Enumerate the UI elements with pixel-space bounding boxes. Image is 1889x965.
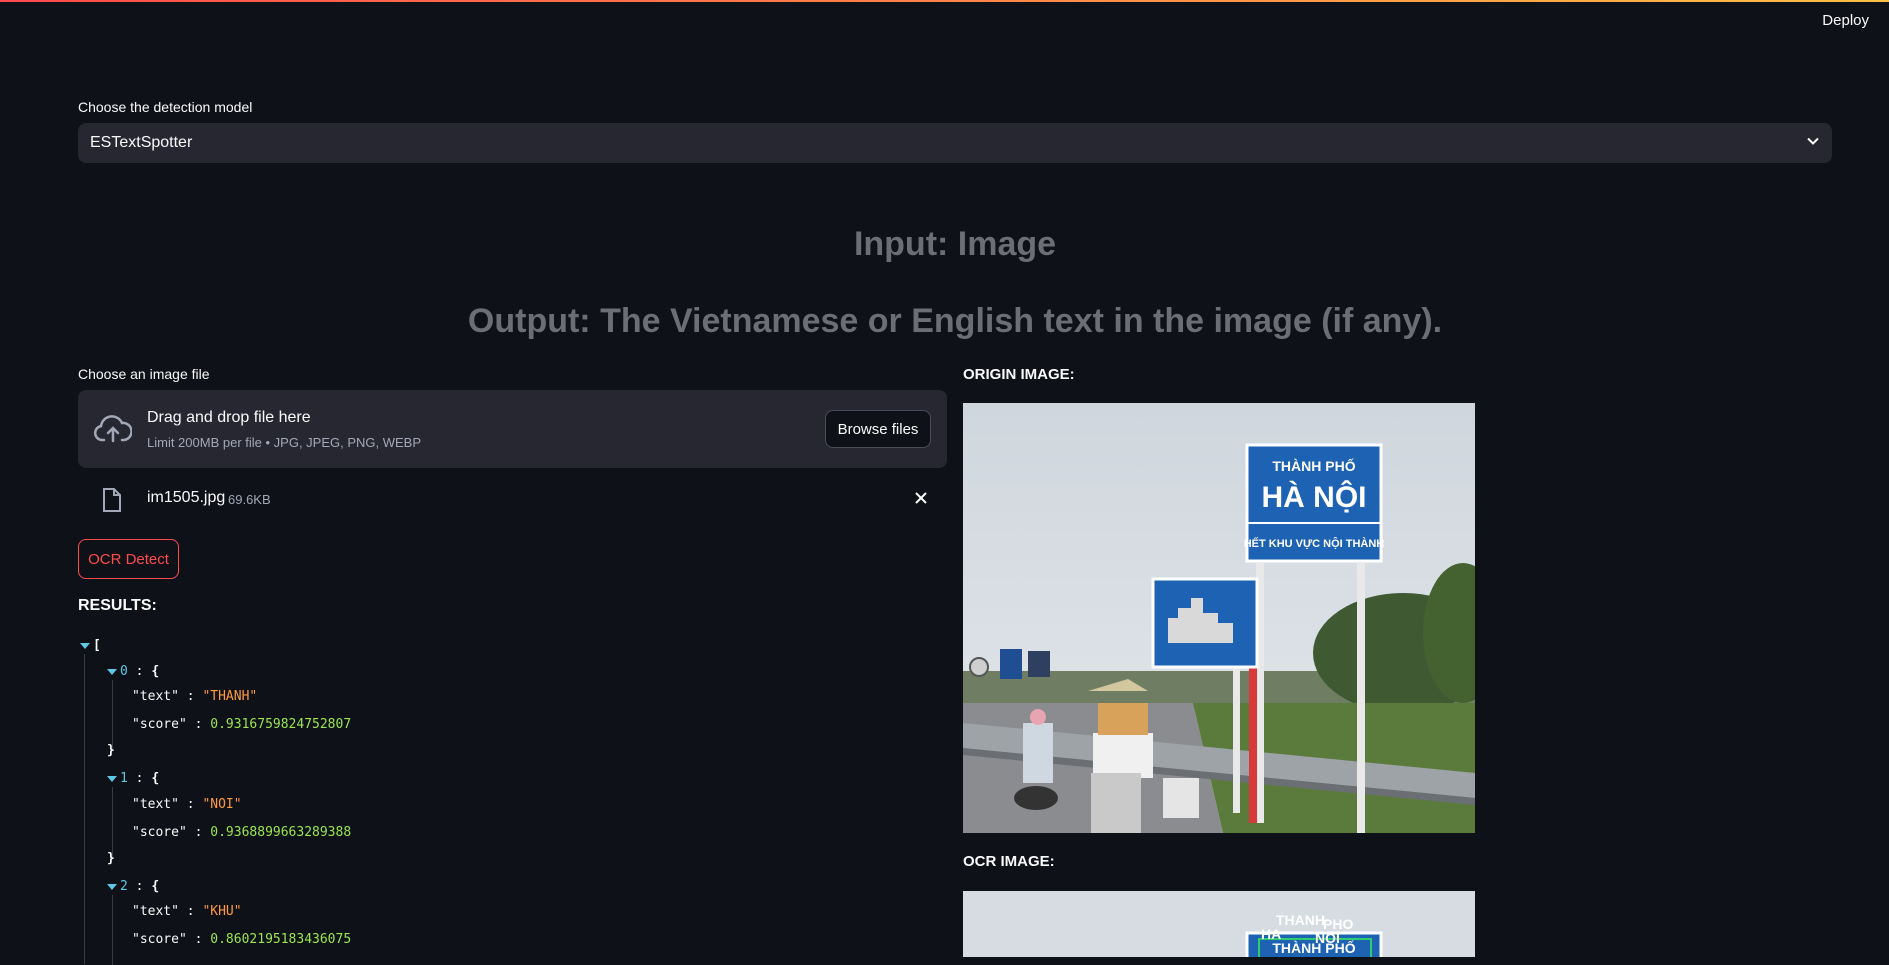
dropzone-title: Drag and drop file here bbox=[147, 409, 311, 426]
chevron-down-icon bbox=[1806, 134, 1820, 153]
input-heading: Input: Image bbox=[853, 225, 1057, 263]
origin-image-label: ORIGIN IMAGE: bbox=[963, 366, 1075, 383]
json-root-open[interactable]: [ bbox=[80, 638, 101, 653]
results-label: RESULTS: bbox=[78, 597, 157, 614]
json-guide bbox=[112, 895, 113, 965]
json-item-score: "score" : 0.8602195183436075 bbox=[132, 932, 352, 947]
caret-down-icon bbox=[107, 775, 117, 782]
file-icon bbox=[101, 487, 123, 518]
json-item-text: "text" : "THANH" bbox=[132, 689, 258, 704]
top-decoration-bar bbox=[0, 0, 1889, 2]
close-icon[interactable] bbox=[913, 490, 929, 511]
json-item-close: } bbox=[107, 851, 115, 866]
json-item-score: "score" : 0.9368899663289388 bbox=[132, 825, 352, 840]
ocr-image: THÀNH PHỐ THANH PHO HA NOI bbox=[963, 891, 1475, 957]
json-item-text: "text" : "NOI" bbox=[132, 797, 242, 812]
json-item-header[interactable]: 0 : { bbox=[107, 664, 159, 679]
svg-text:THÀNH PHỐ: THÀNH PHỐ bbox=[1272, 457, 1355, 474]
ocr-image-label: OCR IMAGE: bbox=[963, 853, 1055, 870]
ocr-label-thanh: THANH bbox=[1276, 912, 1325, 928]
caret-down-icon bbox=[107, 668, 117, 675]
json-guide bbox=[112, 680, 113, 750]
file-dropzone[interactable]: Drag and drop file here Limit 200MB per … bbox=[78, 390, 947, 468]
json-guide bbox=[84, 654, 85, 964]
ocr-label-noi: NOI bbox=[1315, 930, 1340, 946]
json-item-text: "text" : "KHU" bbox=[132, 904, 242, 919]
browse-files-button[interactable]: Browse files bbox=[825, 410, 931, 448]
uploaded-file-size: 69.6KB bbox=[228, 492, 271, 507]
uploaded-file-name: im1505.jpg bbox=[147, 489, 226, 506]
json-item-header[interactable]: 1 : { bbox=[107, 771, 159, 786]
model-select[interactable]: ESTextSpotter bbox=[78, 123, 1832, 163]
json-guide bbox=[112, 787, 113, 857]
json-item-close: } bbox=[107, 743, 115, 758]
deploy-button[interactable]: Deploy bbox=[1822, 12, 1869, 29]
svg-text:HÀ NỘI: HÀ NỘI bbox=[1262, 480, 1367, 514]
dropzone-limit: Limit 200MB per file • JPG, JPEG, PNG, W… bbox=[147, 435, 422, 450]
uploader-label: Choose an image file bbox=[78, 366, 210, 382]
ocr-label-ha: HA bbox=[1261, 926, 1281, 942]
json-item-header[interactable]: 2 : { bbox=[107, 879, 159, 894]
model-select-label: Choose the detection model bbox=[78, 99, 253, 115]
ocr-detect-button[interactable]: OCR Detect bbox=[78, 539, 179, 579]
cloud-upload-icon bbox=[93, 414, 133, 449]
caret-down-icon bbox=[107, 883, 117, 890]
output-heading: Output: The Vietnamese or English text i… bbox=[467, 302, 1443, 340]
json-item-score: "score" : 0.9316759824752807 bbox=[132, 717, 352, 732]
caret-down-icon bbox=[80, 642, 90, 649]
origin-image: THÀNH PHỐ HÀ NỘI HẾT KHU VỰC NỘI THÀNH bbox=[963, 403, 1475, 833]
model-select-value: ESTextSpotter bbox=[90, 134, 193, 151]
svg-text:HẾT KHU VỰC NỘI THÀNH: HẾT KHU VỰC NỘI THÀNH bbox=[1244, 537, 1385, 550]
